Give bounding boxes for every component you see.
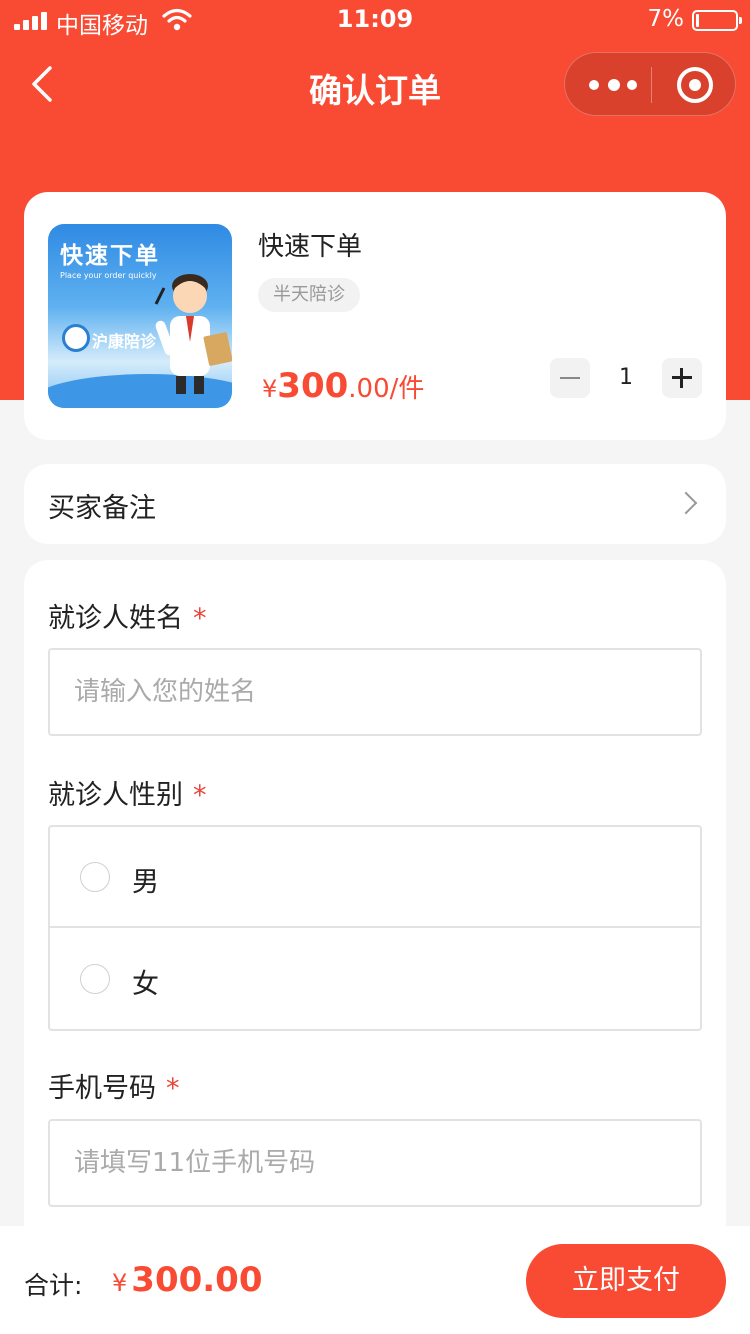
price-decimal: .00 bbox=[348, 374, 390, 404]
status-bar: 中国移动 11:09 7% bbox=[0, 0, 750, 40]
phone-label: 手机号码 * bbox=[48, 1073, 180, 1104]
total-label: 合计: bbox=[24, 1271, 83, 1300]
total-amount: ¥300.00 bbox=[112, 1260, 262, 1300]
product-image: 快速下单 Place your order quickly 沪康陪诊 bbox=[48, 224, 232, 408]
total-currency: ¥ bbox=[112, 1269, 128, 1297]
name-label: 就诊人姓名 * bbox=[48, 603, 207, 634]
buyer-remark-row[interactable]: 买家备注 bbox=[24, 464, 726, 544]
radio-circle-icon[interactable] bbox=[80, 964, 110, 994]
patient-name-input[interactable] bbox=[48, 648, 702, 736]
pay-now-button[interactable]: 立即支付 bbox=[526, 1244, 726, 1318]
price-currency: ¥ bbox=[262, 375, 278, 403]
quantity-value[interactable]: 1 bbox=[590, 358, 662, 398]
quantity-decrease-button[interactable] bbox=[550, 358, 590, 398]
product-price: ¥300.00/件 bbox=[262, 366, 424, 406]
required-mark: * bbox=[193, 603, 207, 634]
chevron-right-icon bbox=[674, 491, 698, 515]
gender-radio-group: 男 女 bbox=[48, 825, 702, 1031]
radio-circle-icon[interactable] bbox=[80, 862, 110, 892]
product-card: 快速下单 Place your order quickly 沪康陪诊 快速下单 … bbox=[24, 192, 726, 440]
doctor-illustration-icon bbox=[154, 274, 232, 394]
target-circle-icon[interactable] bbox=[665, 65, 725, 105]
patient-form: 就诊人姓名* 就诊人性别* 男 女 手机号码* bbox=[24, 560, 726, 1260]
battery-percentage: 7% bbox=[647, 6, 685, 32]
required-mark: * bbox=[166, 1073, 180, 1104]
product-name: 快速下单 bbox=[258, 232, 363, 262]
checkout-bar: 合计: ¥300.00 立即支付 bbox=[0, 1226, 750, 1334]
battery-icon bbox=[692, 10, 742, 31]
gender-label: 就诊人性别 * bbox=[48, 780, 207, 811]
product-tag: 半天陪诊 bbox=[258, 278, 360, 312]
brand-logo-icon bbox=[62, 324, 90, 352]
status-time: 11:09 bbox=[336, 5, 414, 33]
phone-input[interactable] bbox=[48, 1119, 702, 1207]
gender-option-label: 男 bbox=[132, 867, 159, 898]
price-unit: /件 bbox=[389, 374, 425, 404]
required-mark: * bbox=[193, 780, 207, 811]
quantity-increase-button[interactable] bbox=[662, 358, 702, 398]
product-image-title: 快速下单 bbox=[60, 243, 160, 269]
price-integer: 300 bbox=[277, 366, 349, 406]
remark-label: 买家备注 bbox=[48, 493, 156, 524]
more-dots-icon[interactable] bbox=[583, 65, 643, 105]
capsule-divider bbox=[651, 67, 652, 103]
mini-program-capsule bbox=[564, 52, 736, 116]
product-image-subtitle: Place your order quickly bbox=[60, 271, 157, 280]
gender-option-female[interactable]: 女 bbox=[50, 929, 700, 1030]
gender-option-label: 女 bbox=[132, 969, 159, 1000]
gender-option-male[interactable]: 男 bbox=[50, 827, 700, 928]
total-value: 300.00 bbox=[131, 1260, 263, 1300]
